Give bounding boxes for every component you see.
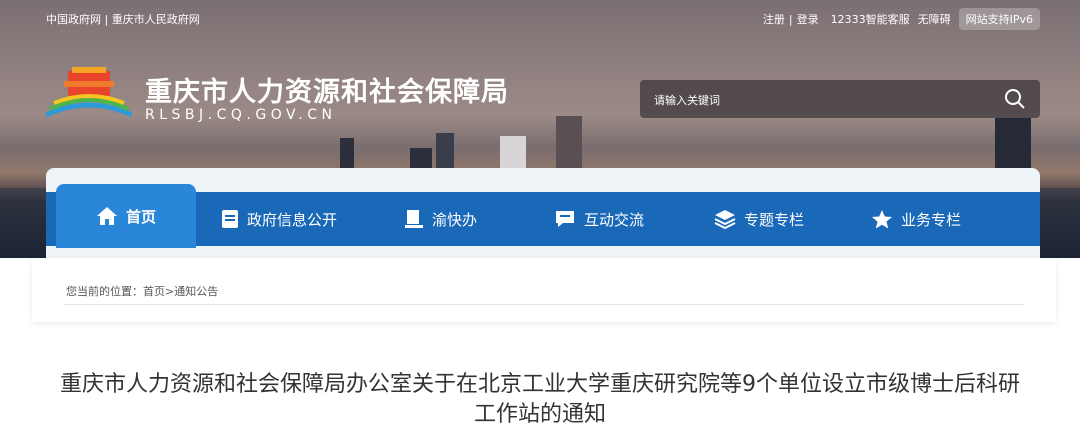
- nav-business[interactable]: 业务专栏: [871, 192, 961, 246]
- desk-icon: [405, 210, 423, 228]
- breadcrumb-prefix: 您当前的位置：: [66, 285, 143, 298]
- site-logo: [46, 67, 132, 118]
- breadcrumb: 您当前的位置：首页>通知公告: [66, 285, 219, 298]
- search-input[interactable]: [652, 89, 986, 111]
- ipv6-badge: 网站支持IPv6: [958, 8, 1040, 30]
- breadcrumb-panel: 您当前的位置：首页>通知公告: [32, 258, 1056, 322]
- search-box: [640, 80, 1040, 118]
- layers-icon: [714, 210, 736, 229]
- header-banner: 中国政府网 | 重庆市人民政府网 注册 | 登录 12333智能客服 无障碍 网…: [0, 0, 1080, 258]
- nav-gov-info[interactable]: 政府信息公开: [221, 192, 337, 246]
- top-bar: 中国政府网 | 重庆市人民政府网 注册 | 登录 12333智能客服 无障碍 网…: [0, 0, 1080, 36]
- accessibility-link[interactable]: 无障碍: [918, 11, 951, 27]
- user-links: 注册 | 登录 12333智能客服 无障碍 网站支持IPv6: [755, 8, 1040, 30]
- article-title: 重庆市人力资源和社会保障局办公室关于在北京工业大学重庆研究院等9个单位设立市级博…: [60, 372, 1021, 427]
- divider: [64, 304, 1024, 305]
- main-nav: 首页 政府信息公开 渝快办 互动交流 专题专栏 业务专栏: [46, 184, 1040, 248]
- site-title: 重庆市人力资源和社会保障局: [145, 77, 509, 108]
- nav-special[interactable]: 专题专栏: [714, 192, 804, 246]
- smart-service-link[interactable]: 12333智能客服: [831, 11, 910, 27]
- star-icon: [872, 210, 892, 229]
- nav-label: 业务专栏: [901, 210, 962, 229]
- nav-label: 渝快办: [432, 210, 478, 229]
- nav-label: 政府信息公开: [247, 210, 338, 229]
- nav-label: 首页: [125, 207, 156, 226]
- external-links: 中国政府网 | 重庆市人民政府网: [46, 13, 200, 26]
- nav-label: 专题专栏: [744, 210, 805, 229]
- document-icon: [222, 210, 238, 228]
- site-domain: RLSBJ.CQ.GOV.CN: [145, 107, 337, 123]
- nav-yukuaiban[interactable]: 渝快办: [404, 192, 477, 246]
- nav-interaction[interactable]: 互动交流: [554, 192, 644, 246]
- gov-portal-link[interactable]: 中国政府网: [46, 13, 101, 26]
- login-link[interactable]: 登录: [797, 11, 819, 27]
- search-icon[interactable]: [1004, 88, 1026, 110]
- home-icon: [96, 207, 117, 225]
- cq-gov-link[interactable]: 重庆市人民政府网: [112, 13, 200, 26]
- breadcrumb-home[interactable]: 首页: [143, 285, 165, 298]
- breadcrumb-current[interactable]: 通知公告: [174, 285, 218, 298]
- chat-icon: [556, 211, 574, 227]
- nav-label: 互动交流: [584, 210, 645, 229]
- register-link[interactable]: 注册: [763, 11, 785, 27]
- nav-home[interactable]: 首页: [56, 184, 196, 248]
